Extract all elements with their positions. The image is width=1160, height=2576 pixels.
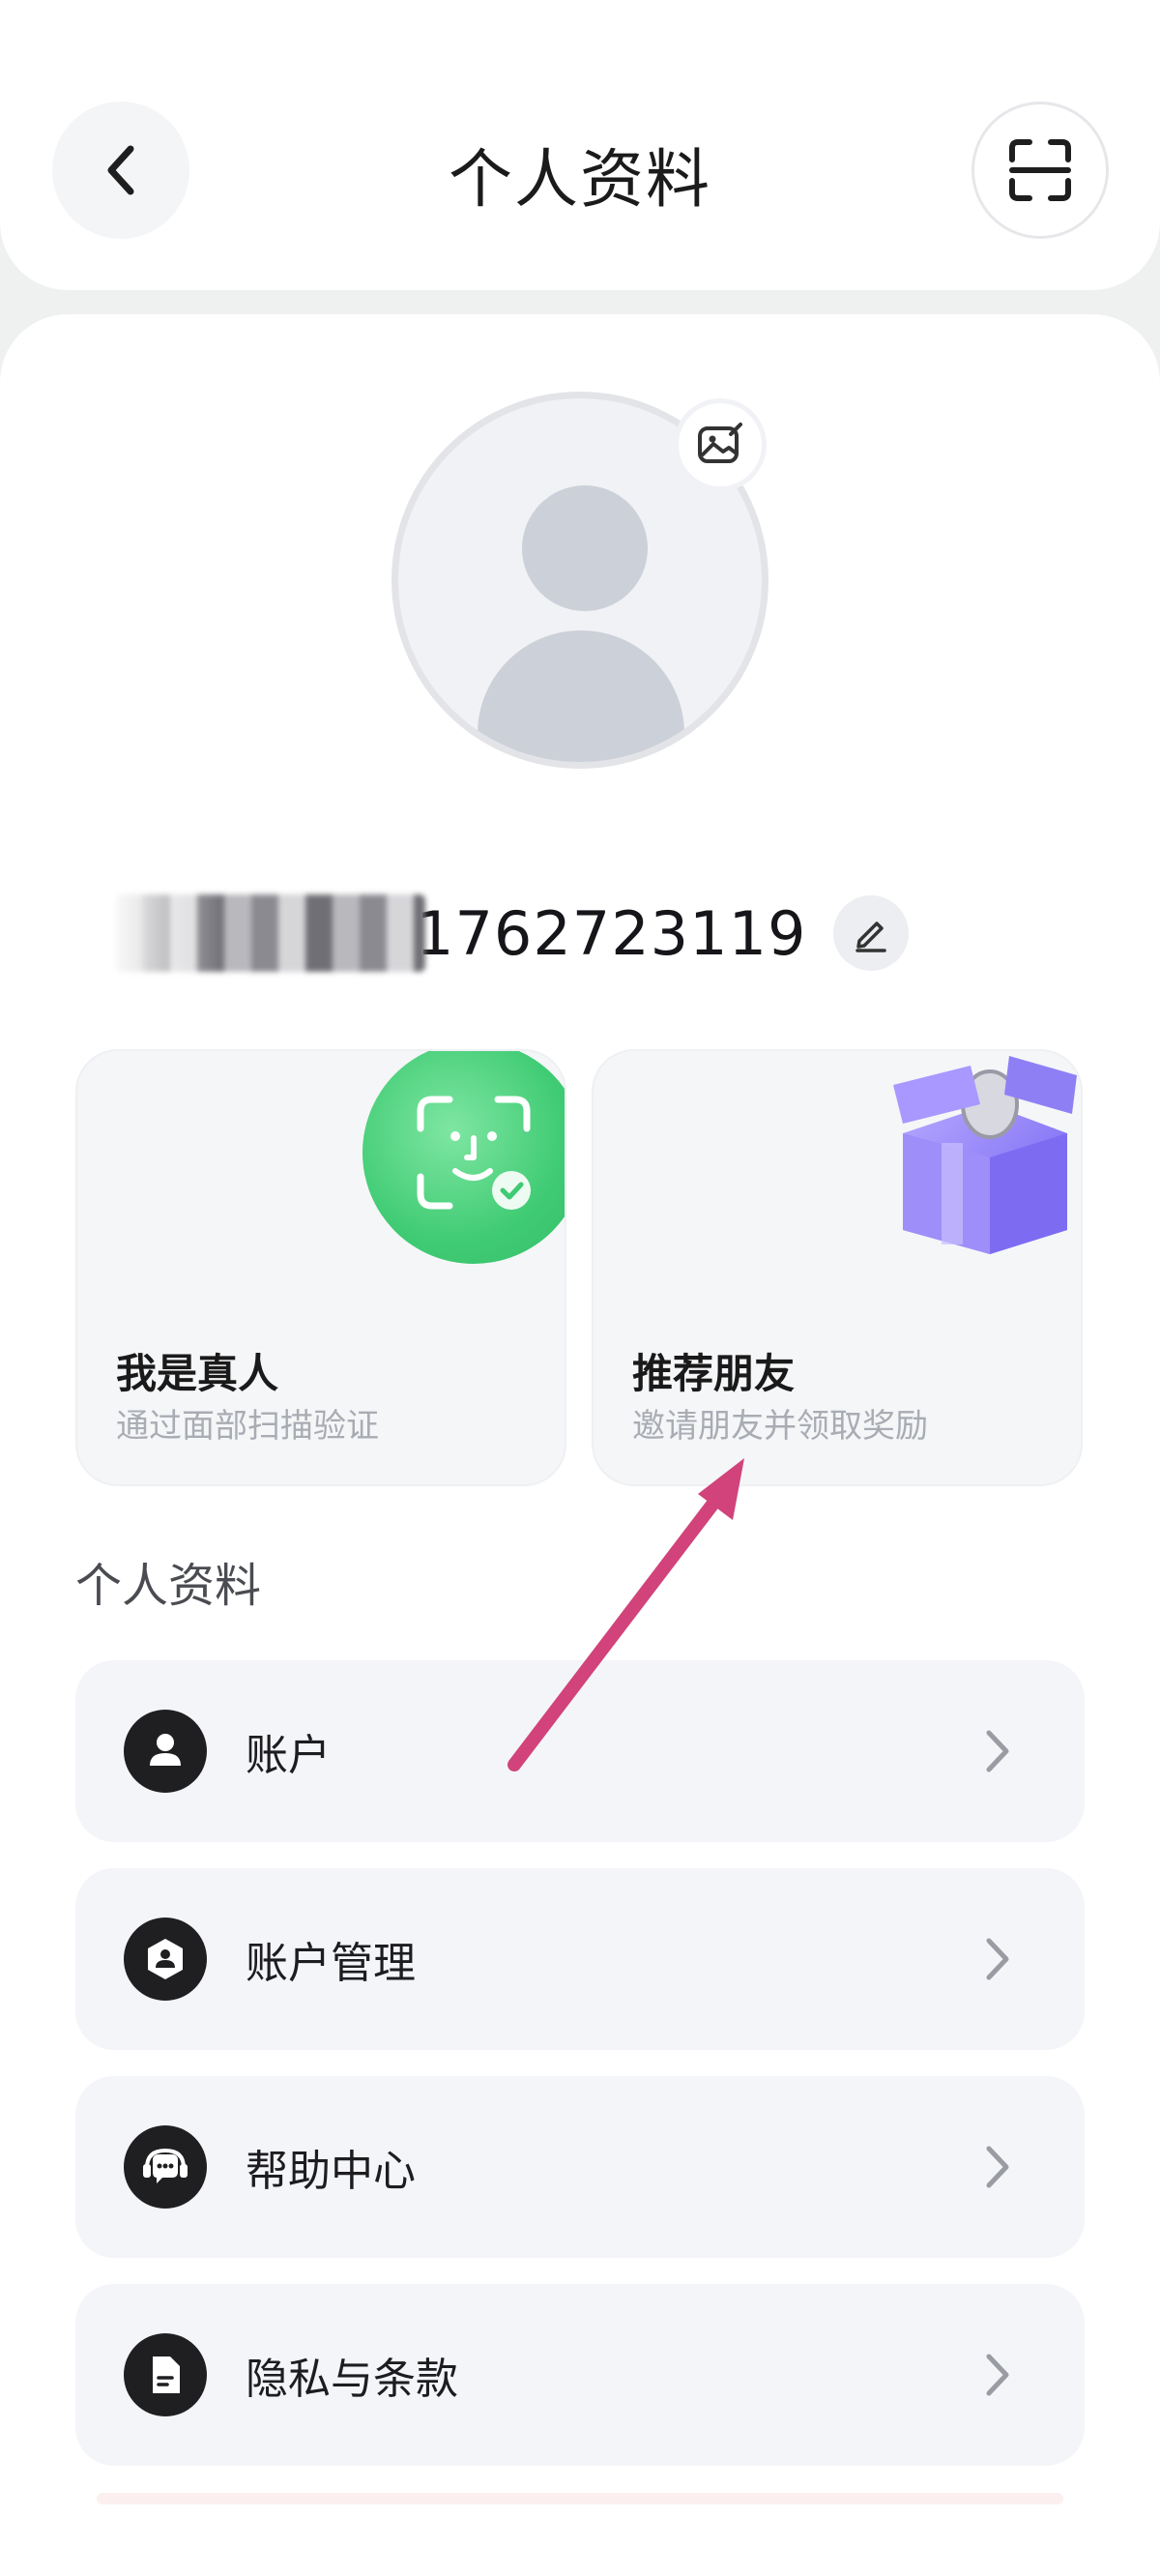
menu-item-help-center[interactable]: 帮助中心 xyxy=(75,2076,1085,2258)
verify-human-title: 我是真人 xyxy=(116,1350,279,1397)
top-bar: 个人资料 xyxy=(0,0,1160,290)
name-edit-button[interactable] xyxy=(833,895,910,971)
menu-label-help-center: 帮助中心 xyxy=(246,2147,416,2196)
menu-label-account-management: 账户管理 xyxy=(246,1939,416,1988)
redacted-name xyxy=(116,894,425,972)
display-name-row: 1762723119 xyxy=(116,880,910,986)
display-name: 1762723119 xyxy=(416,897,807,969)
gift-box-icon xyxy=(874,1051,1081,1269)
menu-item-account-management[interactable]: 账户管理 xyxy=(75,1868,1085,2050)
avatar-placeholder-body xyxy=(478,630,684,762)
face-scan-icon xyxy=(362,1051,565,1264)
image-edit-icon xyxy=(698,423,742,463)
refer-friend-title: 推荐朋友 xyxy=(632,1350,796,1397)
support-chat-icon xyxy=(124,2125,207,2209)
next-item-peek xyxy=(97,2493,1063,2504)
refer-friend-subtitle: 邀请朋友并领取奖励 xyxy=(632,1407,928,1446)
avatar-placeholder-head xyxy=(522,485,648,611)
document-icon xyxy=(124,2333,207,2416)
avatar-edit-button[interactable] xyxy=(674,398,767,491)
user-icon xyxy=(124,1710,207,1793)
profile-card: 1762723119 我是真人 通过面部扫描验证 推荐朋友 邀请朋友并领取奖励 … xyxy=(0,314,1160,2576)
chevron-right-icon xyxy=(978,2346,1017,2404)
pencil-icon xyxy=(856,922,887,952)
menu-item-account[interactable]: 账户 xyxy=(75,1660,1085,1842)
menu-label-privacy-terms: 隐私与条款 xyxy=(246,2355,458,2404)
verify-human-card[interactable]: 我是真人 通过面部扫描验证 xyxy=(75,1049,566,1486)
menu-item-privacy-terms[interactable]: 隐私与条款 xyxy=(75,2284,1085,2466)
refer-friend-card[interactable]: 推荐朋友 邀请朋友并领取奖励 xyxy=(592,1049,1083,1486)
shield-user-icon xyxy=(124,1917,207,2001)
chevron-right-icon xyxy=(978,1930,1017,1988)
scan-icon xyxy=(1009,139,1071,201)
chevron-right-icon xyxy=(978,1722,1017,1780)
menu-label-account: 账户 xyxy=(246,1731,331,1780)
avatar-area xyxy=(392,392,768,769)
chevron-right-icon xyxy=(978,2138,1017,2196)
verify-human-subtitle: 通过面部扫描验证 xyxy=(116,1407,379,1446)
scan-button[interactable] xyxy=(972,102,1109,239)
section-title: 个人资料 xyxy=(75,1559,262,1613)
